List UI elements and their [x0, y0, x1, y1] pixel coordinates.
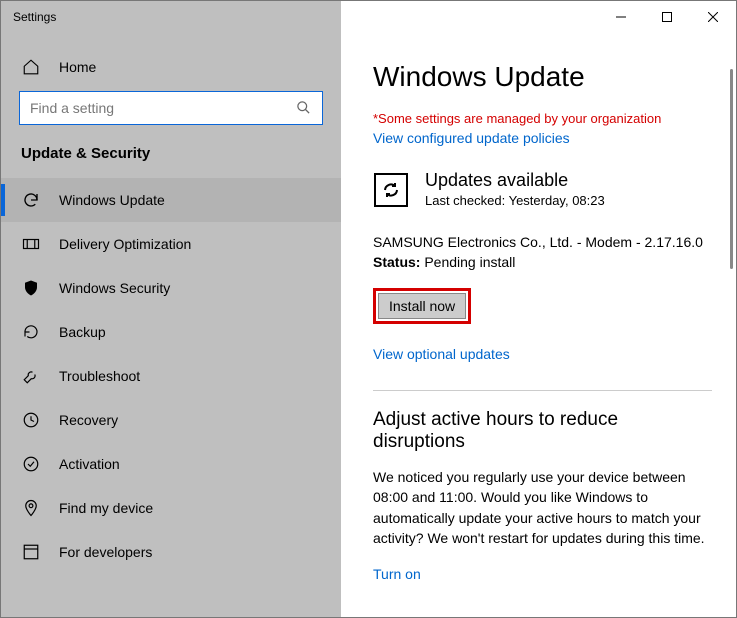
nav-label: Troubleshoot: [59, 368, 140, 384]
nav-delivery-optimization[interactable]: Delivery Optimization: [1, 222, 341, 266]
nav-label: Activation: [59, 456, 120, 472]
managed-notice: *Some settings are managed by your organ…: [373, 111, 712, 126]
status-value: Pending install: [420, 254, 515, 270]
search-icon: [296, 100, 312, 116]
policies-link[interactable]: View configured update policies: [373, 130, 570, 146]
nav-backup[interactable]: Backup: [1, 310, 341, 354]
active-hours-body: We noticed you regularly use your device…: [373, 467, 712, 548]
last-checked: Last checked: Yesterday, 08:23: [425, 193, 605, 208]
optional-updates-link[interactable]: View optional updates: [373, 346, 712, 362]
close-button[interactable]: [690, 1, 736, 33]
backup-icon: [21, 322, 41, 342]
code-icon: [21, 542, 41, 562]
nav-label: Windows Security: [59, 280, 170, 296]
nav-label: Delivery Optimization: [59, 236, 191, 252]
nav-label: Backup: [59, 324, 106, 340]
home-icon: [21, 57, 41, 77]
install-highlight: Install now: [373, 288, 471, 324]
nav-label: Windows Update: [59, 192, 165, 208]
nav-find-my-device[interactable]: Find my device: [1, 486, 341, 530]
content-pane: Windows Update *Some settings are manage…: [341, 33, 736, 617]
sidebar: Home Update & Security Windows Update: [1, 33, 341, 617]
nav-activation[interactable]: Activation: [1, 442, 341, 486]
window-controls: [341, 1, 736, 33]
recovery-icon: [21, 410, 41, 430]
divider: [373, 390, 712, 391]
search-input[interactable]: [30, 100, 296, 116]
search-input-wrap[interactable]: [19, 91, 323, 125]
nav-label: Recovery: [59, 412, 118, 428]
delivery-icon: [21, 234, 41, 254]
home-link[interactable]: Home: [1, 51, 341, 91]
window-title: Settings: [1, 1, 341, 33]
minimize-button[interactable]: [598, 1, 644, 33]
nav-recovery[interactable]: Recovery: [1, 398, 341, 442]
nav-windows-security[interactable]: Windows Security: [1, 266, 341, 310]
nav-label: Find my device: [59, 500, 153, 516]
location-icon: [21, 498, 41, 518]
sync-icon: [21, 190, 41, 210]
nav-troubleshoot[interactable]: Troubleshoot: [1, 354, 341, 398]
activation-icon: [21, 454, 41, 474]
page-title: Windows Update: [373, 61, 712, 93]
updates-available-title: Updates available: [425, 170, 605, 191]
nav-windows-update[interactable]: Windows Update: [1, 178, 341, 222]
update-item: SAMSUNG Electronics Co., Ltd. - Modem - …: [373, 234, 712, 250]
home-label: Home: [59, 59, 96, 75]
scrollbar[interactable]: [730, 69, 733, 269]
titlebar: Settings: [1, 1, 736, 33]
nav-for-developers[interactable]: For developers: [1, 530, 341, 574]
nav-label: For developers: [59, 544, 152, 560]
install-now-button[interactable]: Install now: [378, 293, 466, 319]
turn-on-link[interactable]: Turn on: [373, 566, 712, 582]
status-label: Status:: [373, 254, 420, 270]
wrench-icon: [21, 366, 41, 386]
update-status: Status: Pending install: [373, 254, 712, 270]
category-heading: Update & Security: [1, 141, 341, 170]
maximize-button[interactable]: [644, 1, 690, 33]
shield-icon: [21, 278, 41, 298]
active-hours-heading: Adjust active hours to reduce disruption…: [373, 409, 712, 453]
nav-list: Windows Update Delivery Optimization Win…: [1, 178, 341, 574]
update-status-icon: [373, 172, 409, 208]
